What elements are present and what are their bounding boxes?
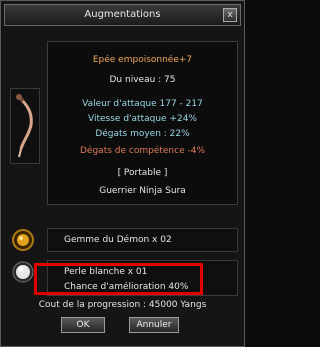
attack-speed: Vitesse d'attaque +24% <box>88 114 197 124</box>
white-pearl-icon <box>11 260 35 284</box>
upgrade-cost: Cout de la progression : 45000 Yangs <box>38 300 207 310</box>
average-damage: Dégats moyen : 22% <box>95 129 190 139</box>
close-button[interactable]: x <box>223 8 237 22</box>
highlight-box <box>34 263 203 295</box>
window-title: Augmentations <box>84 9 161 20</box>
item-info-panel: Epée empoisonnée+7 Du niveau : 75 Valeur… <box>47 41 238 205</box>
title-bar[interactable]: Augmentations x <box>4 4 241 26</box>
material-label: Gemme du Démon x 02 <box>64 235 172 245</box>
wearable-tag: [ Portable ] <box>117 168 168 178</box>
skill-damage: Dégats de compétence -4% <box>80 146 205 156</box>
ok-button[interactable]: OK <box>61 317 105 333</box>
poisoned-sword-icon <box>15 93 33 158</box>
augmentation-window: Augmentations x Epée empoisonnée+7 Du ni… <box>0 0 245 347</box>
item-slot[interactable] <box>10 88 40 164</box>
item-classes: Guerrier Ninja Sura <box>99 186 186 196</box>
material-row-demon-gem: Gemme du Démon x 02 <box>47 228 238 252</box>
cancel-button[interactable]: Annuler <box>129 317 179 333</box>
item-name: Epée empoisonnée+7 <box>92 55 193 65</box>
attack-value: Valeur d'attaque 177 - 217 <box>82 99 203 109</box>
demon-gem-icon <box>11 228 35 252</box>
item-level: Du niveau : 75 <box>109 75 176 85</box>
